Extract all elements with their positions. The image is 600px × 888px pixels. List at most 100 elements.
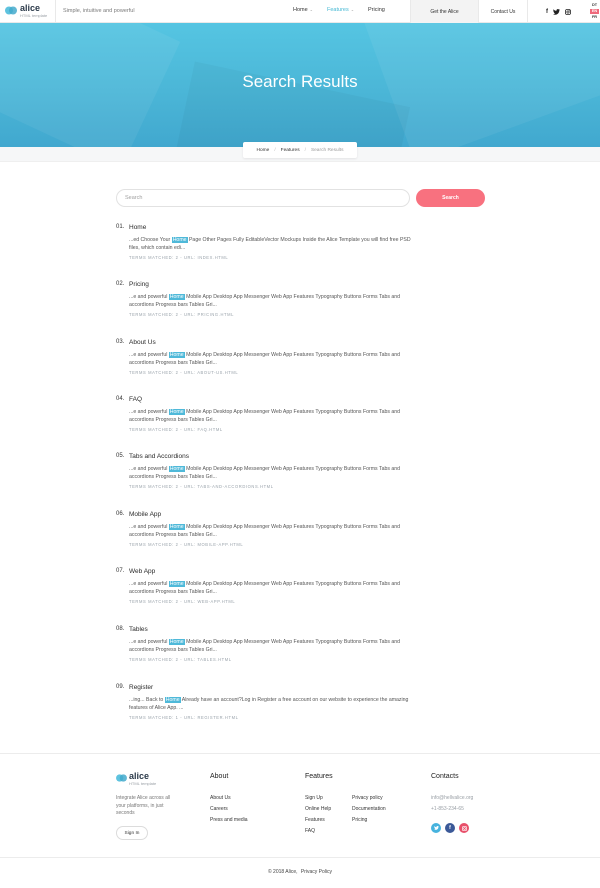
- twitter-icon[interactable]: [553, 8, 560, 15]
- result-title[interactable]: Tabs and Accordions: [129, 453, 189, 460]
- snippet-highlight: Home: [164, 697, 181, 703]
- snippet-highlight: Home: [168, 352, 185, 358]
- footer-phone[interactable]: +1-853-234-65: [431, 806, 464, 812]
- snippet-text: ...e and powerful: [129, 524, 169, 530]
- result-number: 07.: [116, 568, 125, 574]
- instagram-icon[interactable]: [565, 8, 571, 15]
- snippet-text: ...e and powerful: [129, 581, 169, 587]
- result-number: 04.: [116, 396, 125, 402]
- snippet-text: ...e and powerful: [129, 294, 169, 300]
- snippet-text: ...ing... Back to: [129, 697, 165, 703]
- result-meta: TERMS MATCHED: 1 - URL: REGISTER.HTML: [129, 715, 239, 720]
- footer-heading-contacts: Contacts: [431, 773, 459, 780]
- snippet-text: ...ed Choose Your: [129, 237, 172, 243]
- twitter-icon[interactable]: [431, 823, 441, 833]
- logo[interactable]: alice HTML template: [5, 3, 55, 20]
- logo-name: alice: [129, 771, 150, 781]
- footer-link[interactable]: Sign Up: [305, 795, 323, 801]
- result-title[interactable]: FAQ: [129, 396, 142, 403]
- result-number: 03.: [116, 339, 125, 345]
- footer-logo[interactable]: alice HTML template: [116, 771, 176, 789]
- search-input[interactable]: [116, 189, 410, 207]
- footer-description: Integrate Alice across all your platform…: [116, 795, 171, 816]
- list-item: 02. Pricing ...e and powerful Home Mobil…: [116, 281, 416, 331]
- result-snippet: ...e and powerful Home Mobile App Deskto…: [129, 638, 419, 654]
- result-title[interactable]: Mobile App: [129, 511, 161, 518]
- sign-in-button[interactable]: Sign In: [116, 826, 148, 840]
- search-button[interactable]: Search: [416, 189, 485, 207]
- logo-name: alice: [20, 3, 41, 13]
- footer-link[interactable]: Privacy policy: [352, 795, 383, 801]
- result-title[interactable]: Pricing: [129, 281, 149, 288]
- result-snippet: ...e and powerful Home Mobile App Deskto…: [129, 465, 419, 481]
- breadcrumb-home[interactable]: Home: [257, 148, 270, 153]
- footer-link[interactable]: Online Help: [305, 806, 331, 812]
- footer-link[interactable]: Press and media: [210, 817, 248, 823]
- nav-features[interactable]: Features ⌄: [327, 7, 354, 13]
- footer-link[interactable]: Documentation: [352, 806, 386, 812]
- snippet-highlight: Home: [168, 294, 185, 300]
- snippet-highlight: Home: [168, 639, 185, 645]
- result-number: 02.: [116, 281, 125, 287]
- privacy-policy-link[interactable]: Privacy Policy: [301, 869, 332, 875]
- result-number: 09.: [116, 684, 125, 690]
- facebook-icon[interactable]: f: [445, 823, 455, 833]
- result-title[interactable]: About Us: [129, 339, 156, 346]
- contact-us-button[interactable]: Contact Us: [478, 0, 527, 23]
- snippet-text: ...e and powerful: [129, 352, 169, 358]
- page-title: Search Results: [242, 72, 358, 91]
- breadcrumb-separator: /: [274, 147, 276, 153]
- result-title[interactable]: Home: [129, 224, 146, 231]
- footer-link[interactable]: FAQ: [305, 828, 315, 834]
- list-item: 04. FAQ ...e and powerful Home Mobile Ap…: [116, 396, 416, 446]
- list-item: 05. Tabs and Accordions ...e and powerfu…: [116, 453, 416, 503]
- result-snippet: ...e and powerful Home Mobile App Deskto…: [129, 523, 419, 539]
- nav-pricing[interactable]: Pricing: [368, 7, 385, 13]
- result-snippet: ...e and powerful Home Mobile App Deskto…: [129, 351, 419, 367]
- footer-heading-features: Features: [305, 773, 333, 780]
- result-title[interactable]: Web App: [129, 568, 155, 575]
- breadcrumb-features[interactable]: Features: [281, 148, 300, 153]
- lang-fr[interactable]: FR: [590, 15, 599, 20]
- result-snippet: ...ed Choose Your Home Page Other Pages …: [129, 236, 419, 252]
- snippet-text: ...e and powerful: [129, 466, 169, 472]
- logo-subtitle: HTML template: [129, 781, 157, 786]
- result-meta: TERMS MATCHED: 2 - URL: TABS-AND-ACCORDI…: [129, 484, 274, 489]
- breadcrumb: Home / Features / Search Results: [243, 142, 357, 158]
- nav-home[interactable]: Home ⌄: [293, 7, 313, 13]
- snippet-highlight: Home: [168, 466, 185, 472]
- result-title[interactable]: Register: [129, 684, 153, 691]
- hero-banner: Search Results: [0, 23, 600, 147]
- result-meta: TERMS MATCHED: 2 - URL: FAQ.HTML: [129, 427, 223, 432]
- lang-dt[interactable]: DT: [590, 3, 599, 8]
- nav-home-label: Home: [293, 7, 308, 13]
- list-item: 01. Home ...ed Choose Your Home Page Oth…: [116, 224, 416, 274]
- copyright-text: © 2018 Alice,: [267, 869, 299, 875]
- facebook-icon[interactable]: f: [546, 9, 548, 15]
- result-title[interactable]: Tables: [129, 626, 148, 633]
- logo-icon: [5, 6, 17, 15]
- result-meta: TERMS MATCHED: 2 - URL: INDEX.HTML: [129, 255, 229, 260]
- footer-divider: [0, 753, 600, 754]
- list-item: 03. About Us ...e and powerful Home Mobi…: [116, 339, 416, 389]
- get-alice-button[interactable]: Get the Alice: [410, 0, 478, 23]
- site-header: alice HTML template Simple, intuitive an…: [0, 0, 600, 23]
- footer-link[interactable]: Pricing: [352, 817, 367, 823]
- breadcrumb-separator: /: [304, 147, 306, 153]
- lang-en[interactable]: EN: [590, 9, 599, 14]
- list-item: 08. Tables ...e and powerful Home Mobile…: [116, 626, 416, 676]
- chevron-down-icon: ⌄: [309, 7, 314, 12]
- footer-link[interactable]: About Us: [210, 795, 231, 801]
- list-item: 09. Register ...ing... Back to Home Alre…: [116, 684, 416, 734]
- result-number: 05.: [116, 453, 125, 459]
- result-snippet: ...e and powerful Home Mobile App Deskto…: [129, 580, 419, 596]
- footer-link[interactable]: Careers: [210, 806, 228, 812]
- snippet-highlight: Home: [168, 409, 185, 415]
- breadcrumb-current: Search Results: [310, 147, 344, 153]
- snippet-highlight: Home: [168, 581, 185, 587]
- footer-email[interactable]: info@hellvalice.org: [431, 795, 473, 801]
- footer-link[interactable]: Features: [305, 817, 325, 823]
- instagram-icon[interactable]: [459, 823, 469, 833]
- footer-divider: [0, 857, 600, 858]
- result-snippet: ...ing... Back to Home Already have an a…: [129, 696, 419, 712]
